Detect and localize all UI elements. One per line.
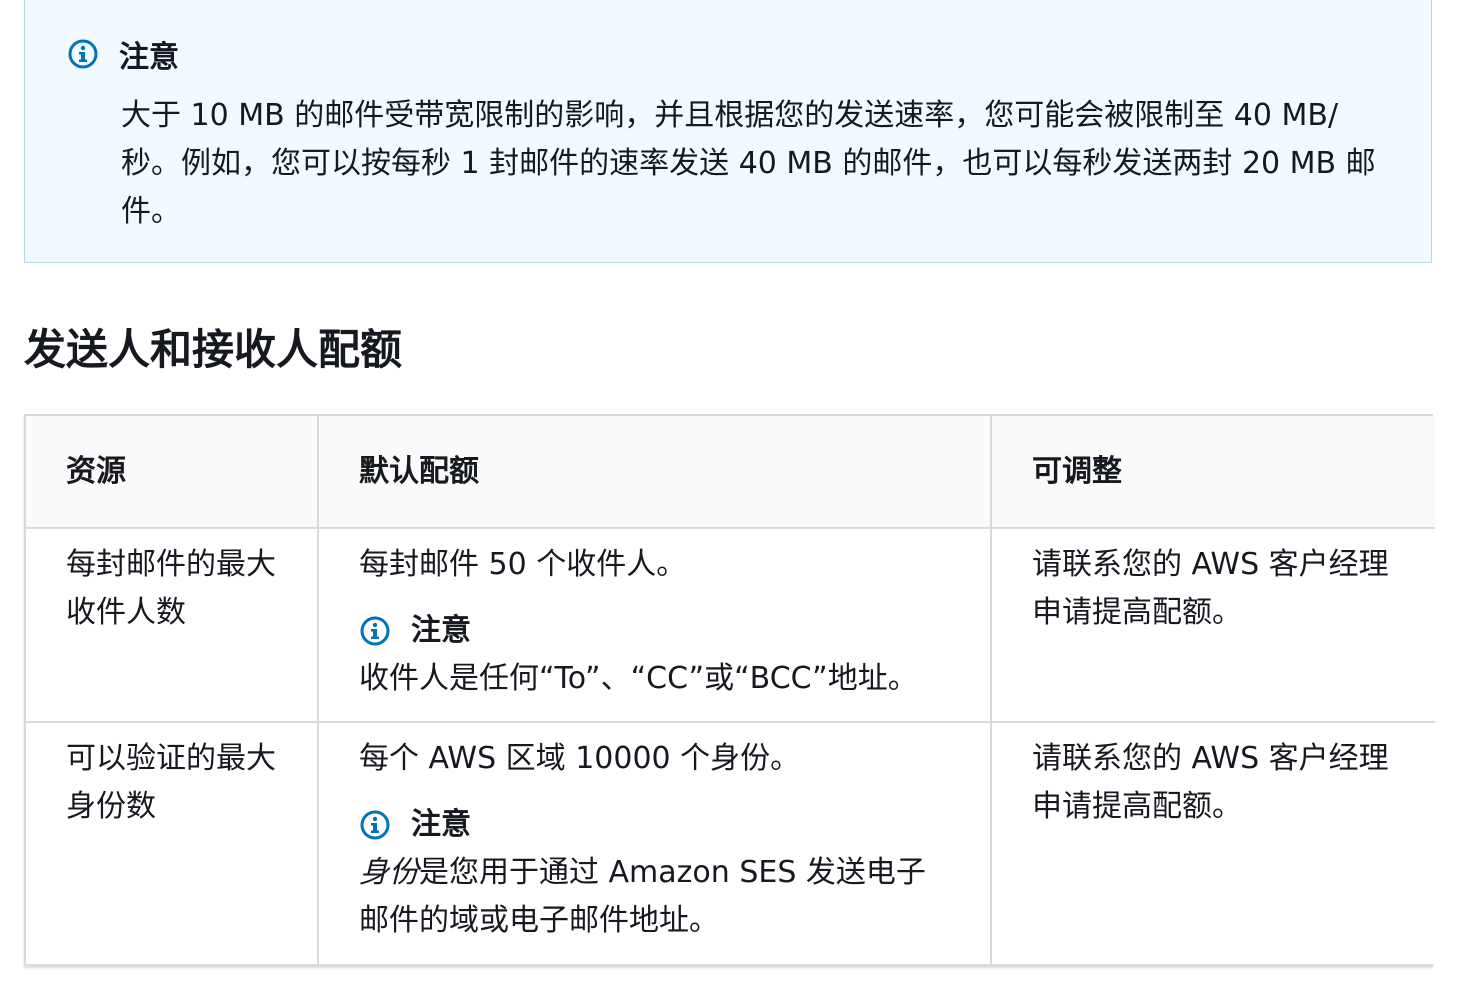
note-title: 注意 [119, 40, 179, 75]
table-row: 可以验证的最大身份数 每个 AWS 区域 10000 个身份。 注意 身份是您用… [26, 721, 1435, 964]
cell-note-body: 收件人是任何“To”、“CC”或“BCC”地址。 [359, 661, 918, 696]
info-icon [359, 615, 391, 647]
quota-text: 每个 AWS 区域 10000 个身份。 [359, 741, 801, 776]
cell-adjustable: 请联系您的 AWS 客户经理申请提高配额。 [990, 527, 1435, 723]
table-row: 每封邮件的最大收件人数 每封邮件 50 个收件人。 注意 收件人是任何“To”、… [26, 527, 1435, 723]
cell-quota: 每封邮件 50 个收件人。 注意 收件人是任何“To”、“CC”或“BCC”地址… [317, 527, 992, 723]
cell-note-text: 身份是您用于通过 Amazon SES 发送电子邮件的域或电子邮件地址。 [359, 849, 950, 945]
header-resource: 资源 [26, 416, 319, 529]
cell-note-title: 注意 [411, 613, 471, 648]
table-header-row: 资源 默认配额 可调整 [26, 416, 1435, 529]
cell-note-title: 注意 [411, 807, 471, 842]
info-icon [67, 38, 99, 70]
cell-resource: 可以验证的最大身份数 [26, 721, 319, 964]
cell-quota: 每个 AWS 区域 10000 个身份。 注意 身份是您用于通过 Amazon … [317, 721, 992, 964]
section-title: 发送人和接收人配额 [24, 325, 403, 374]
header-adjustable: 可调整 [990, 416, 1435, 529]
header-default-quota: 默认配额 [317, 416, 992, 529]
quota-text: 每封邮件 50 个收件人。 [359, 547, 687, 582]
note-header: 注意 [67, 36, 179, 75]
cell-note-italic: 身份 [359, 855, 419, 890]
cell-note-header: 注意 [359, 801, 950, 849]
cell-note-header: 注意 [359, 607, 950, 655]
note-body: 大于 10 MB 的邮件受带宽限制的影响，并且根据您的发送速率，您可能会被限制至… [121, 98, 1376, 229]
cell-resource: 每封邮件的最大收件人数 [26, 527, 319, 723]
info-icon [359, 809, 391, 841]
cell-note-body: 是您用于通过 Amazon SES 发送电子邮件的域或电子邮件地址。 [359, 855, 926, 938]
cell-note-text: 收件人是任何“To”、“CC”或“BCC”地址。 [359, 655, 950, 703]
cell-adjustable: 请联系您的 AWS 客户经理申请提高配额。 [990, 721, 1435, 964]
quota-table: 资源 默认配额 可调整 每封邮件的最大收件人数 每封邮件 50 个收件人。 注意… [24, 414, 1435, 966]
note-callout: 注意 大于 10 MB 的邮件受带宽限制的影响，并且根据您的发送速率，您可能会被… [24, 0, 1432, 263]
